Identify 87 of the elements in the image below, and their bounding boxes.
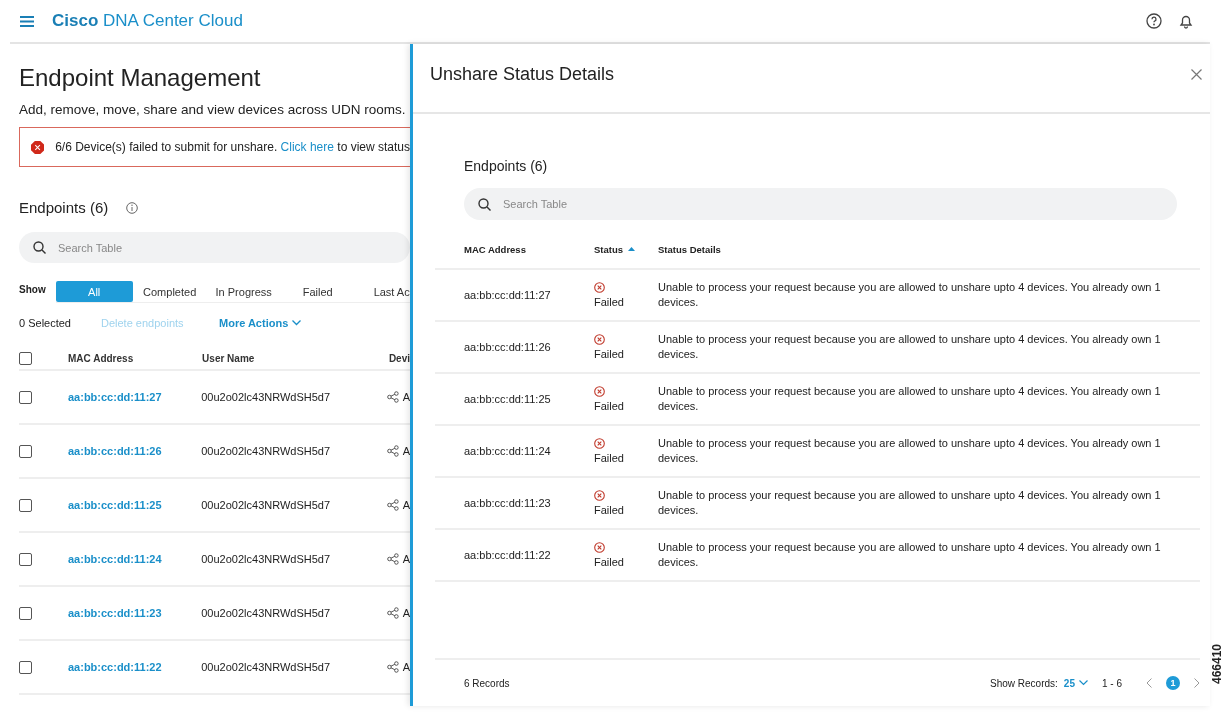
table-cell-text: aa:bb:cc:dd:11:22 bbox=[463, 549, 552, 561]
chevron-down-icon bbox=[292, 320, 302, 326]
bell-icon[interactable] bbox=[1178, 13, 1194, 29]
mac-address-link[interactable]: aa:bb:cc:dd:11:24 bbox=[68, 553, 202, 565]
table-cell-text: aa:bb:cc:dd:11:26 bbox=[463, 341, 552, 353]
page-size-dropdown[interactable]: 25 bbox=[1063, 677, 1088, 689]
records-count: 6 Records bbox=[464, 677, 510, 689]
column-header: MAC Address bbox=[68, 352, 135, 364]
row-checkbox[interactable] bbox=[19, 552, 32, 566]
error-icon bbox=[31, 138, 45, 156]
row-checkbox[interactable] bbox=[19, 660, 32, 674]
table-cell-text: Unable to process your request because you are allowed to unshare upto 4 devices. You already own 1 devices. bbox=[658, 280, 1162, 310]
status-text: Failed bbox=[594, 296, 624, 308]
show-label: Show bbox=[19, 284, 46, 295]
table-cell: A bbox=[402, 391, 410, 403]
row-checkbox[interactable] bbox=[19, 444, 32, 458]
page-button[interactable]: 1 bbox=[1166, 676, 1180, 690]
table-cell-text: 00u2o02lc43NRWdSH5d7 bbox=[201, 391, 332, 403]
filter-tab[interactable]: All bbox=[55, 281, 133, 302]
search-field[interactable]: Search Table bbox=[464, 188, 1177, 220]
menu-icon[interactable] bbox=[20, 15, 34, 27]
status-text: Failed bbox=[594, 504, 624, 516]
mac-address-link[interactable]: aa:bb:cc:dd:11:26 bbox=[68, 445, 202, 457]
close-icon[interactable] bbox=[1191, 68, 1202, 80]
mac-address-link[interactable]: aa:bb:cc:dd:11:23 bbox=[68, 607, 202, 619]
status-text: Failed bbox=[594, 556, 624, 568]
chevron-down-icon bbox=[1079, 680, 1088, 686]
info-icon[interactable] bbox=[126, 201, 139, 214]
status-text: Failed bbox=[594, 452, 624, 464]
more-actions-menu[interactable]: More Actions bbox=[219, 317, 302, 329]
table-cell-text: Unable to process your request because you are allowed to unshare upto 4 devices. You already own 1 devices. bbox=[658, 488, 1162, 518]
table-cell-text: 00u2o02lc43NRWdSH5d7 bbox=[201, 553, 332, 565]
column-header: User Name bbox=[202, 352, 256, 364]
column-header[interactable]: Status Details bbox=[658, 243, 721, 255]
previous-page-icon[interactable] bbox=[1146, 678, 1152, 688]
share-icon bbox=[386, 445, 399, 457]
column-header: Devi bbox=[388, 352, 410, 364]
table-cell-text: Unable to process your request because you are allowed to unshare upto 4 devices. You already own 1 devices. bbox=[658, 332, 1162, 362]
mac-address-link[interactable]: aa:bb:cc:dd:11:25 bbox=[68, 499, 202, 511]
show-records-label: Show Records: bbox=[990, 677, 1058, 689]
table-cell-text: Unable to process your request because you are allowed to unshare upto 4 devices. You already own 1 devices. bbox=[658, 540, 1162, 570]
endpoints-heading: Endpoints (6) bbox=[19, 199, 109, 216]
next-page-icon[interactable] bbox=[1194, 678, 1200, 688]
page-subtitle: Add, remove, move, share and view devices across UDN rooms. bbox=[19, 102, 407, 117]
row-checkbox[interactable] bbox=[19, 606, 32, 620]
alert-message: 6/6 Device(s) failed to submit for unshare. Click here to view status bbox=[55, 140, 410, 154]
column-header[interactable]: Status bbox=[594, 243, 624, 255]
mac-address-link[interactable]: aa:bb:cc:dd:11:22 bbox=[68, 661, 202, 673]
search-icon bbox=[33, 241, 46, 254]
record-range: 1 - 6 bbox=[1102, 677, 1122, 689]
table-cell: A bbox=[402, 607, 410, 619]
search-icon bbox=[478, 197, 491, 211]
figure-number: 466410 bbox=[1210, 644, 1224, 685]
select-all-checkbox[interactable] bbox=[19, 351, 32, 365]
mac-address-link[interactable]: aa:bb:cc:dd:11:27 bbox=[68, 391, 202, 403]
column-header[interactable]: MAC Address bbox=[464, 243, 526, 255]
table-cell-text: aa:bb:cc:dd:11:27 bbox=[463, 289, 552, 301]
help-icon[interactable] bbox=[1146, 13, 1162, 29]
table-cell: A bbox=[402, 445, 410, 457]
table-cell-text: 00u2o02lc43NRWdSH5d7 bbox=[201, 661, 332, 673]
table-cell-text: Unable to process your request because you are allowed to unshare upto 4 devices. You already own 1 devices. bbox=[658, 384, 1162, 414]
table-cell: A bbox=[402, 661, 410, 673]
selected-count: 0 Selected bbox=[19, 317, 72, 329]
table-cell-text: 00u2o02lc43NRWdSH5d7 bbox=[201, 445, 332, 457]
row-checkbox[interactable] bbox=[19, 390, 32, 404]
table-cell-text: 00u2o02lc43NRWdSH5d7 bbox=[201, 499, 332, 511]
page-title: Endpoint Management bbox=[19, 64, 262, 92]
share-icon bbox=[386, 661, 399, 673]
table-cell-text: Unable to process your request because you are allowed to unshare upto 4 devices. You already own 1 devices. bbox=[658, 436, 1162, 466]
share-icon bbox=[386, 607, 399, 619]
table-cell-text: aa:bb:cc:dd:11:23 bbox=[463, 497, 552, 509]
status-text: Failed bbox=[594, 348, 624, 360]
app-title: Cisco DNA Center Cloud bbox=[52, 11, 243, 31]
row-checkbox[interactable] bbox=[19, 498, 32, 512]
table-cell-text: 00u2o02lc43NRWdSH5d7 bbox=[201, 607, 332, 619]
click-here-link[interactable]: Click here bbox=[280, 140, 334, 154]
status-text: Failed bbox=[594, 400, 624, 412]
table-cell: A bbox=[402, 553, 410, 565]
share-icon bbox=[386, 391, 399, 403]
share-icon bbox=[386, 553, 399, 565]
table-cell: A bbox=[402, 499, 410, 511]
endpoints-heading: Endpoints (6) bbox=[464, 158, 549, 174]
table-cell-text: aa:bb:cc:dd:11:25 bbox=[463, 393, 552, 405]
share-icon bbox=[386, 499, 399, 511]
table-cell-text: aa:bb:cc:dd:11:24 bbox=[463, 445, 552, 457]
search-field[interactable]: Search Table bbox=[19, 232, 410, 263]
drawer-title: Unshare Status Details bbox=[430, 63, 615, 85]
